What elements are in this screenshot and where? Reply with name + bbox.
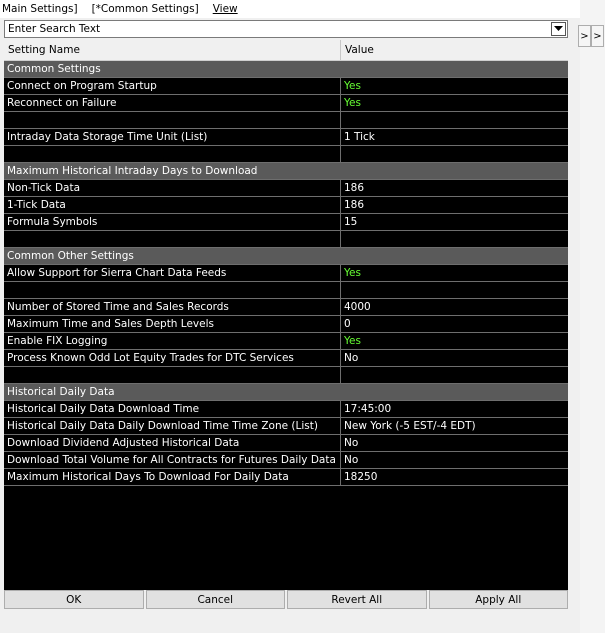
setting-name: Maximum Time and Sales Depth Levels bbox=[4, 316, 341, 332]
ok-button[interactable]: OK bbox=[4, 590, 144, 609]
settings-grid: Setting Name Value Common Settings Connec… bbox=[4, 40, 568, 590]
setting-name: Enable FIX Logging bbox=[4, 333, 341, 349]
setting-value[interactable]: 1 Tick bbox=[341, 129, 568, 145]
setting-row[interactable]: Reconnect on Failure Yes bbox=[4, 95, 568, 112]
setting-row[interactable]: Allow Support for Sierra Chart Data Feed… bbox=[4, 265, 568, 282]
setting-name: 1-Tick Data bbox=[4, 197, 341, 213]
setting-value[interactable]: New York (-5 EST/-4 EDT) bbox=[341, 418, 568, 434]
setting-value[interactable]: 17:45:00 bbox=[341, 401, 568, 417]
setting-row[interactable]: Number of Stored Time and Sales Records 4… bbox=[4, 299, 568, 316]
setting-value[interactable]: 4000 bbox=[341, 299, 568, 315]
menu-main-settings[interactable]: Main Settings] bbox=[0, 3, 84, 15]
setting-name: Reconnect on Failure bbox=[4, 95, 341, 111]
setting-row[interactable]: Download Dividend Adjusted Historical Da… bbox=[4, 435, 568, 452]
setting-value[interactable]: Yes bbox=[341, 265, 568, 281]
blank-cell bbox=[4, 231, 341, 247]
outer-window-area bbox=[580, 0, 605, 633]
blank-row bbox=[4, 367, 568, 384]
setting-value[interactable]: 186 bbox=[341, 197, 568, 213]
blank-cell bbox=[4, 146, 341, 162]
setting-name: Connect on Program Startup bbox=[4, 78, 341, 94]
blank-cell bbox=[341, 146, 568, 162]
setting-name: Download Dividend Adjusted Historical Da… bbox=[4, 435, 341, 451]
setting-row[interactable]: Maximum Time and Sales Depth Levels 0 bbox=[4, 316, 568, 333]
column-header-value[interactable]: Value bbox=[341, 40, 568, 60]
search-dropdown-button[interactable] bbox=[551, 22, 566, 36]
blank-row bbox=[4, 146, 568, 163]
dialog-buttons: OK Cancel Revert All Apply All bbox=[4, 590, 568, 609]
blank-cell bbox=[4, 282, 341, 298]
setting-row[interactable]: Historical Daily Data Download Time 17:45… bbox=[4, 401, 568, 418]
setting-value[interactable]: 15 bbox=[341, 214, 568, 230]
chevron-down-icon bbox=[554, 26, 563, 31]
setting-name: Formula Symbols bbox=[4, 214, 341, 230]
setting-name: Maximum Historical Days To Download For … bbox=[4, 469, 341, 485]
setting-row[interactable]: Connect on Program Startup Yes bbox=[4, 78, 568, 95]
section-header: Historical Daily Data bbox=[4, 384, 568, 401]
setting-name: Allow Support for Sierra Chart Data Feed… bbox=[4, 265, 341, 281]
setting-value[interactable]: 186 bbox=[341, 180, 568, 196]
blank-cell bbox=[4, 112, 341, 128]
scroll-right-arrow-1[interactable]: > bbox=[578, 25, 591, 47]
setting-name: Number of Stored Time and Sales Records bbox=[4, 299, 341, 315]
scroll-right-arrow-2[interactable]: > bbox=[591, 25, 604, 47]
section-title: Common Other Settings bbox=[7, 250, 134, 262]
apply-all-button[interactable]: Apply All bbox=[428, 590, 568, 609]
setting-value[interactable]: No bbox=[341, 452, 568, 468]
setting-value[interactable]: Yes bbox=[341, 95, 568, 111]
column-header-setting-name[interactable]: Setting Name bbox=[4, 40, 341, 60]
setting-value[interactable]: Yes bbox=[341, 333, 568, 349]
blank-cell bbox=[341, 231, 568, 247]
setting-value[interactable]: 18250 bbox=[341, 469, 568, 485]
grid-rows: Common Settings Connect on Program Startu… bbox=[4, 61, 568, 486]
setting-row[interactable]: Historical Daily Data Daily Download Tim… bbox=[4, 418, 568, 435]
setting-value[interactable]: Yes bbox=[341, 78, 568, 94]
setting-row[interactable]: Process Known Odd Lot Equity Trades for … bbox=[4, 350, 568, 367]
section-title: Historical Daily Data bbox=[7, 386, 115, 398]
blank-cell bbox=[341, 282, 568, 298]
cancel-button[interactable]: Cancel bbox=[145, 590, 285, 609]
section-header: Common Settings bbox=[4, 61, 568, 78]
setting-name: Intraday Data Storage Time Unit (List) bbox=[4, 129, 341, 145]
setting-row[interactable]: Intraday Data Storage Time Unit (List) 1 … bbox=[4, 129, 568, 146]
grid-header: Setting Name Value bbox=[4, 40, 568, 61]
blank-row bbox=[4, 231, 568, 248]
search-box bbox=[4, 20, 568, 38]
menu-bar: Main Settings] [*Common Settings] View bbox=[0, 0, 580, 18]
blank-row bbox=[4, 282, 568, 299]
setting-row[interactable]: 1-Tick Data 186 bbox=[4, 197, 568, 214]
setting-name: Historical Daily Data Daily Download Tim… bbox=[4, 418, 341, 434]
revert-all-button[interactable]: Revert All bbox=[287, 590, 427, 609]
tab-scroll-arrows: > > bbox=[578, 25, 604, 47]
blank-row bbox=[4, 112, 568, 129]
section-header: Maximum Historical Intraday Days to Down… bbox=[4, 163, 568, 180]
setting-row[interactable]: Download Total Volume for All Contracts … bbox=[4, 452, 568, 469]
menu-view[interactable]: View bbox=[211, 3, 244, 15]
section-header: Common Other Settings bbox=[4, 248, 568, 265]
setting-name: Historical Daily Data Download Time bbox=[4, 401, 341, 417]
setting-row[interactable]: Formula Symbols 15 bbox=[4, 214, 568, 231]
setting-value[interactable]: No bbox=[341, 435, 568, 451]
setting-row[interactable]: Enable FIX Logging Yes bbox=[4, 333, 568, 350]
setting-name: Download Total Volume for All Contracts … bbox=[4, 452, 341, 468]
setting-name: Process Known Odd Lot Equity Trades for … bbox=[4, 350, 341, 366]
setting-value[interactable]: 0 bbox=[341, 316, 568, 332]
blank-cell bbox=[4, 367, 341, 383]
window-bottom-edge bbox=[0, 610, 580, 633]
setting-value[interactable]: No bbox=[341, 350, 568, 366]
search-input[interactable] bbox=[5, 22, 551, 36]
section-title: Maximum Historical Intraday Days to Down… bbox=[7, 165, 258, 177]
setting-row[interactable]: Maximum Historical Days To Download For … bbox=[4, 469, 568, 486]
menu-common-settings[interactable]: [*Common Settings] bbox=[90, 3, 205, 15]
blank-cell bbox=[341, 367, 568, 383]
blank-cell bbox=[341, 112, 568, 128]
setting-row[interactable]: Non-Tick Data 186 bbox=[4, 180, 568, 197]
section-title: Common Settings bbox=[7, 63, 101, 75]
setting-name: Non-Tick Data bbox=[4, 180, 341, 196]
